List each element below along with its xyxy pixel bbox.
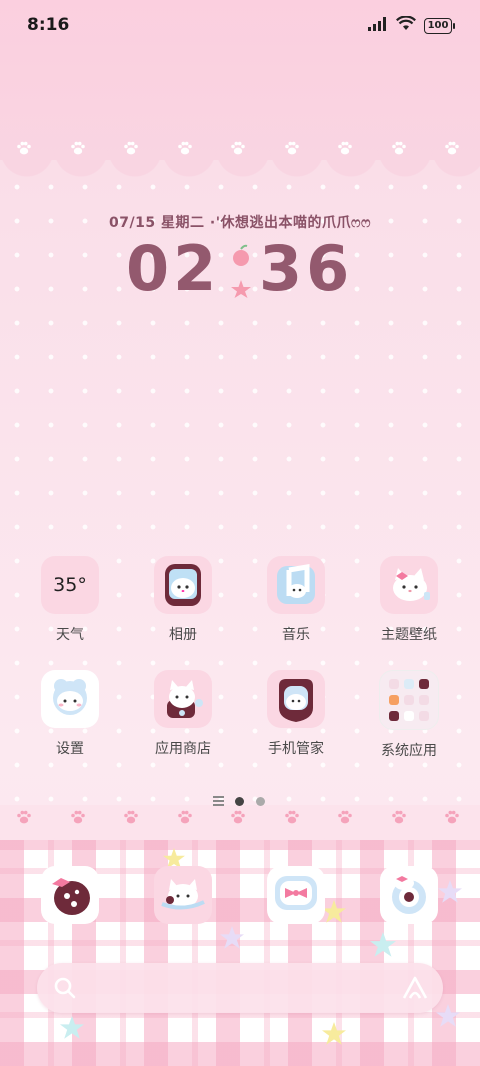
- app-music[interactable]: 音乐: [256, 556, 336, 644]
- clock-minute: 36: [259, 232, 354, 305]
- dock-phone[interactable]: [41, 866, 99, 924]
- settings-icon: [41, 670, 99, 728]
- app-settings[interactable]: 设置: [30, 670, 110, 758]
- paw-print-icon: [16, 141, 32, 155]
- app-label: 天气: [56, 627, 84, 643]
- battery-indicator: 100: [424, 17, 455, 34]
- star-decoration-icon: [322, 900, 346, 923]
- paw-print-icon: [70, 810, 86, 824]
- clock-widget[interactable]: 02 36: [0, 232, 480, 312]
- star-decoration-icon: [322, 1022, 346, 1045]
- search-icon: [53, 976, 77, 1004]
- weather-icon: 35°: [41, 556, 99, 614]
- app-folder-system[interactable]: 系统应用: [369, 670, 449, 760]
- app-label: 应用商店: [155, 741, 211, 757]
- menu-lines-icon: [213, 796, 224, 808]
- widget-date-line[interactable]: 07/15 星期二 ·'休想逃出本喵的爪爪ෆෆ: [0, 212, 480, 232]
- themes-icon: [380, 556, 438, 614]
- app-label: 相册: [169, 627, 197, 643]
- app-store[interactable]: 应用商店: [143, 670, 223, 758]
- folder-icon: [379, 670, 439, 730]
- paw-print-icon: [337, 810, 353, 824]
- status-time: 8:16: [27, 15, 70, 35]
- page-dot-active: [235, 797, 244, 806]
- music-icon: [267, 556, 325, 614]
- paw-print-icon: [123, 141, 139, 155]
- paw-print-icon: [177, 810, 193, 824]
- app-weather[interactable]: 35° 天气: [30, 556, 110, 644]
- signal-icon: [368, 16, 388, 35]
- phone-icon: [52, 878, 90, 915]
- page-dot: [256, 797, 265, 806]
- app-label: 设置: [56, 741, 84, 757]
- app-label: 音乐: [282, 627, 310, 643]
- contacts-icon: [161, 879, 205, 910]
- paw-print-icon: [337, 141, 353, 155]
- search-bar[interactable]: [37, 963, 443, 1013]
- star-decoration-icon: [370, 932, 396, 957]
- star-decoration-icon: [220, 926, 244, 949]
- gallery-icon: [154, 556, 212, 614]
- paw-print-icon: [444, 141, 460, 155]
- assistant-icon[interactable]: [401, 975, 429, 1005]
- app-gallery[interactable]: 相册: [143, 556, 223, 644]
- dock-contacts[interactable]: [154, 866, 212, 924]
- app-store-icon: [154, 670, 212, 728]
- security-icon: [267, 670, 325, 728]
- paw-print-icon: [230, 810, 246, 824]
- paw-print-icon: [123, 810, 139, 824]
- dock-browser[interactable]: [380, 866, 438, 924]
- star-decoration-icon: [438, 880, 462, 903]
- status-bar: 8:16 100: [0, 0, 480, 48]
- paw-print-icon: [70, 141, 86, 155]
- page-indicator[interactable]: [0, 795, 480, 809]
- paw-print-icon: [284, 810, 300, 824]
- wifi-icon: [396, 15, 416, 35]
- app-label: 系统应用: [381, 743, 437, 759]
- star-decoration-icon: [60, 1016, 84, 1039]
- paw-print-icon: [177, 141, 193, 155]
- paw-print-icon: [230, 141, 246, 155]
- paw-print-icon: [284, 141, 300, 155]
- clock-hour: 02: [126, 232, 221, 305]
- app-security[interactable]: 手机管家: [256, 670, 336, 758]
- dock-messages[interactable]: [267, 866, 325, 924]
- app-label: 手机管家: [268, 741, 324, 757]
- messages-icon: [275, 876, 317, 910]
- app-label: 主题壁纸: [381, 627, 437, 643]
- app-themes[interactable]: 主题壁纸: [369, 556, 449, 644]
- browser-icon: [392, 876, 426, 914]
- star-decoration-icon: [436, 1004, 460, 1027]
- peach-star-icon: [226, 242, 256, 298]
- paw-print-icon: [444, 810, 460, 824]
- paw-print-icon: [16, 810, 32, 824]
- paw-print-icon: [391, 141, 407, 155]
- paw-print-icon: [391, 810, 407, 824]
- weather-temperature: 35°: [53, 574, 87, 596]
